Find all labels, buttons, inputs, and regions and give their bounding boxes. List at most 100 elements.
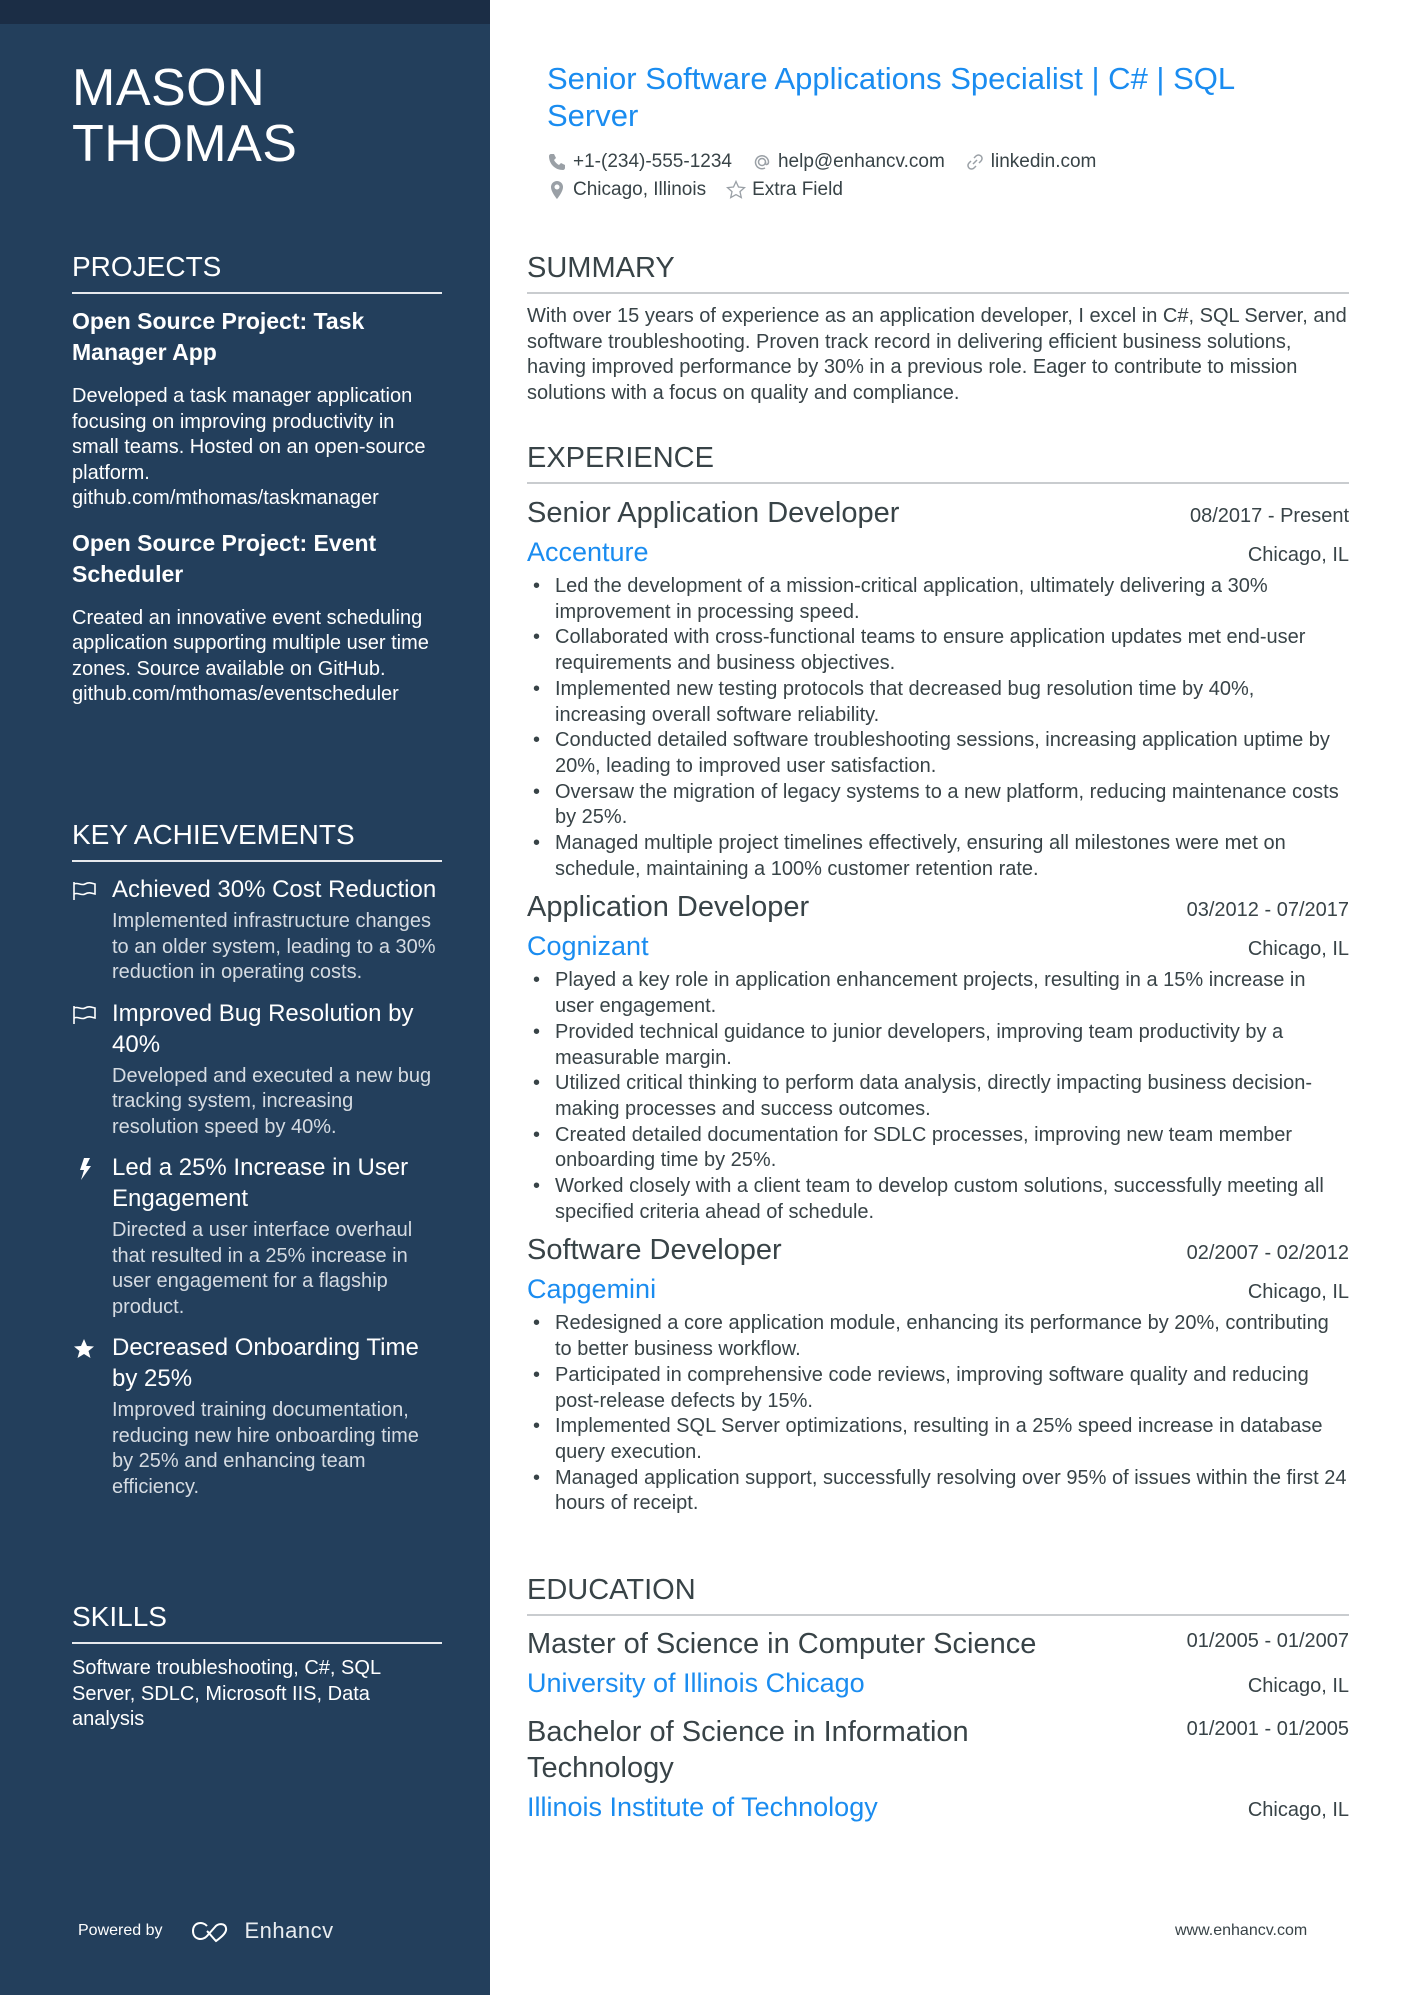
summary-section: SUMMARY With over 15 years of experience… (527, 250, 1349, 406)
job-bullets: Played a key role in application enhance… (527, 968, 1349, 1225)
job-subheader: Cognizant Chicago, IL (527, 928, 1349, 964)
achievement-item: Decreased Onboarding Time by 25% Improve… (72, 1332, 442, 1500)
company-name: Cognizant (527, 931, 649, 962)
achievement-item: Achieved 30% Cost Reduction Implemented … (72, 874, 442, 986)
education-subheader: Illinois Institute of Technology Chicago… (527, 1790, 1349, 1824)
project-title: Open Source Project: Task Manager App (72, 308, 365, 365)
school-name: Illinois Institute of Technology (527, 1792, 878, 1822)
location-pin-icon (551, 181, 563, 199)
candidate-name: MASON THOMAS (72, 60, 297, 172)
project-item: Open Source Project: Event Scheduler Cre… (72, 528, 442, 708)
company-name: Capgemini (527, 1274, 657, 1305)
job-bullet: Played a key role in application enhance… (527, 968, 1349, 1019)
flag-icon (72, 1004, 98, 1026)
at-icon (754, 155, 770, 170)
job-location: Chicago, IL (1247, 1281, 1349, 1304)
job-bullet: Provided technical guidance to junior de… (527, 1020, 1349, 1071)
achievement-item: Improved Bug Resolution by 40% Developed… (72, 998, 442, 1141)
job-title: Senior Application Developer (527, 497, 900, 529)
contact-row: +1-(234)-555-1234 help@enhancv.com linke… (547, 148, 1347, 176)
footer-website-link[interactable]: www.enhancv.com (1175, 1922, 1307, 1940)
education-dates: 01/2001 - 01/2005 (1186, 1718, 1349, 1740)
job-bullet: Participated in comprehensive code revie… (527, 1363, 1349, 1414)
job-entry: Application Developer 03/2012 - 07/2017 … (527, 888, 1349, 1225)
summary-text: With over 15 years of experience as an a… (527, 305, 1347, 404)
projects-section: PROJECTS Open Source Project: Task Manag… (72, 250, 442, 724)
key-achievements-section: KEY ACHIEVEMENTS Achieved 30% Cost Reduc… (72, 818, 442, 1512)
education-subheader: University of Illinois Chicago Chicago, … (527, 1666, 1349, 1700)
job-bullet: Managed application support, successfull… (527, 1466, 1349, 1517)
job-bullets: Led the development of a mission-critica… (527, 574, 1349, 882)
project-item: Open Source Project: Task Manager App De… (72, 306, 442, 512)
job-bullet: Redesigned a core application module, en… (527, 1311, 1349, 1362)
job-bullets: Redesigned a core application module, en… (527, 1311, 1349, 1517)
job-subheader: Capgemini Chicago, IL (527, 1271, 1349, 1307)
star-outline-icon (726, 180, 747, 199)
job-bullet: Conducted detailed software troubleshoot… (527, 728, 1349, 779)
star-icon (72, 1338, 98, 1360)
education-header: Master of Science in Computer Science 01… (527, 1626, 1349, 1662)
education-dates: 01/2005 - 01/2007 (1186, 1630, 1349, 1652)
project-link[interactable]: github.com/mthomas/eventscheduler (72, 682, 442, 708)
contact-location: Chicago, Illinois (547, 179, 706, 201)
job-bullet: Oversaw the migration of legacy systems … (527, 780, 1349, 831)
enhancv-logo-icon (189, 1919, 235, 1943)
location-text: Chicago, Illinois (573, 179, 707, 200)
name-last: THOMAS (72, 115, 298, 173)
linkedin-text: linkedin.com (990, 151, 1097, 172)
achievement-title: Improved Bug Resolution by 40% (112, 999, 414, 1058)
achievement-description: Implemented infrastructure changes to an… (112, 910, 436, 983)
job-bullet: Collaborated with cross-functional teams… (527, 625, 1349, 676)
sidebar-top-strip (0, 0, 490, 24)
contact-linkedin[interactable]: linkedin.com (965, 151, 1097, 173)
job-location: Chicago, IL (1247, 544, 1349, 566)
experience-heading: EXPERIENCE (527, 440, 1349, 484)
job-bullet: Created detailed documentation for SDLC … (527, 1123, 1349, 1174)
experience-section: EXPERIENCE Senior Application Developer … (527, 440, 1349, 1523)
contact-row: Chicago, Illinois Extra Field (547, 176, 1347, 204)
achievement-item: Led a 25% Increase in User Engagement Di… (72, 1152, 442, 1320)
phone-text: +1-(234)-555-1234 (573, 151, 732, 172)
skills-heading: SKILLS (72, 1600, 442, 1644)
powered-by-label: Powered by (78, 1922, 163, 1939)
education-heading: EDUCATION (527, 1572, 1349, 1616)
education-location: Chicago, IL (1247, 1799, 1349, 1821)
degree-title: Bachelor of Science in Information Techn… (527, 1716, 969, 1784)
education-section: EDUCATION Master of Science in Computer … (527, 1572, 1349, 1838)
contact-extra: Extra Field (726, 179, 843, 201)
job-dates: 08/2017 - Present (1190, 505, 1349, 527)
achievement-title: Decreased Onboarding Time by 25% (112, 1334, 419, 1392)
job-title: Software Developer (527, 1234, 782, 1267)
job-entry: Software Developer 02/2007 - 02/2012 Cap… (527, 1231, 1349, 1517)
name-first: MASON (72, 59, 266, 117)
degree-title: Master of Science in Computer Science (527, 1628, 1037, 1660)
achievement-description: Developed and executed a new bug trackin… (112, 1064, 432, 1138)
phone-icon (549, 154, 565, 170)
project-description: Developed a task manager application foc… (72, 384, 442, 512)
contact-email[interactable]: help@enhancv.com (752, 151, 945, 173)
education-header: Bachelor of Science in Information Techn… (527, 1714, 1349, 1786)
skills-list: Software troubleshooting, C#, SQL Server… (72, 1657, 381, 1730)
achievement-description: Improved training documentation, reducin… (112, 1399, 419, 1498)
job-bullet: Managed multiple project timelines effec… (527, 831, 1349, 882)
flag-icon (72, 880, 98, 902)
job-title: Application Developer (527, 891, 810, 924)
headline-title: Senior Software Applications Specialist … (547, 61, 1234, 133)
achievement-description: Directed a user interface overhaul that … (112, 1219, 413, 1318)
project-description: Created an innovative event scheduling a… (72, 606, 442, 708)
achievement-title: Achieved 30% Cost Reduction (112, 876, 437, 903)
contact-phone[interactable]: +1-(234)-555-1234 (547, 151, 732, 173)
education-location: Chicago, IL (1247, 1675, 1349, 1697)
project-title: Open Source Project: Event Scheduler (72, 529, 377, 587)
sidebar: MASON THOMAS PROJECTS Open Source Projec… (0, 0, 490, 1995)
job-bullet: Worked closely with a client team to dev… (527, 1174, 1349, 1225)
lightning-icon (72, 1158, 98, 1180)
key-achievements-heading: KEY ACHIEVEMENTS (72, 818, 442, 862)
education-entry: Bachelor of Science in Information Techn… (527, 1714, 1349, 1824)
company-name: Accenture (527, 537, 649, 567)
summary-heading: SUMMARY (527, 250, 1349, 294)
job-subheader: Accenture Chicago, IL (527, 534, 1349, 570)
project-link[interactable]: github.com/mthomas/taskmanager (72, 486, 442, 512)
job-header: Software Developer 02/2007 - 02/2012 (527, 1231, 1349, 1269)
powered-by[interactable]: Powered by Enhancv (78, 1918, 334, 1944)
